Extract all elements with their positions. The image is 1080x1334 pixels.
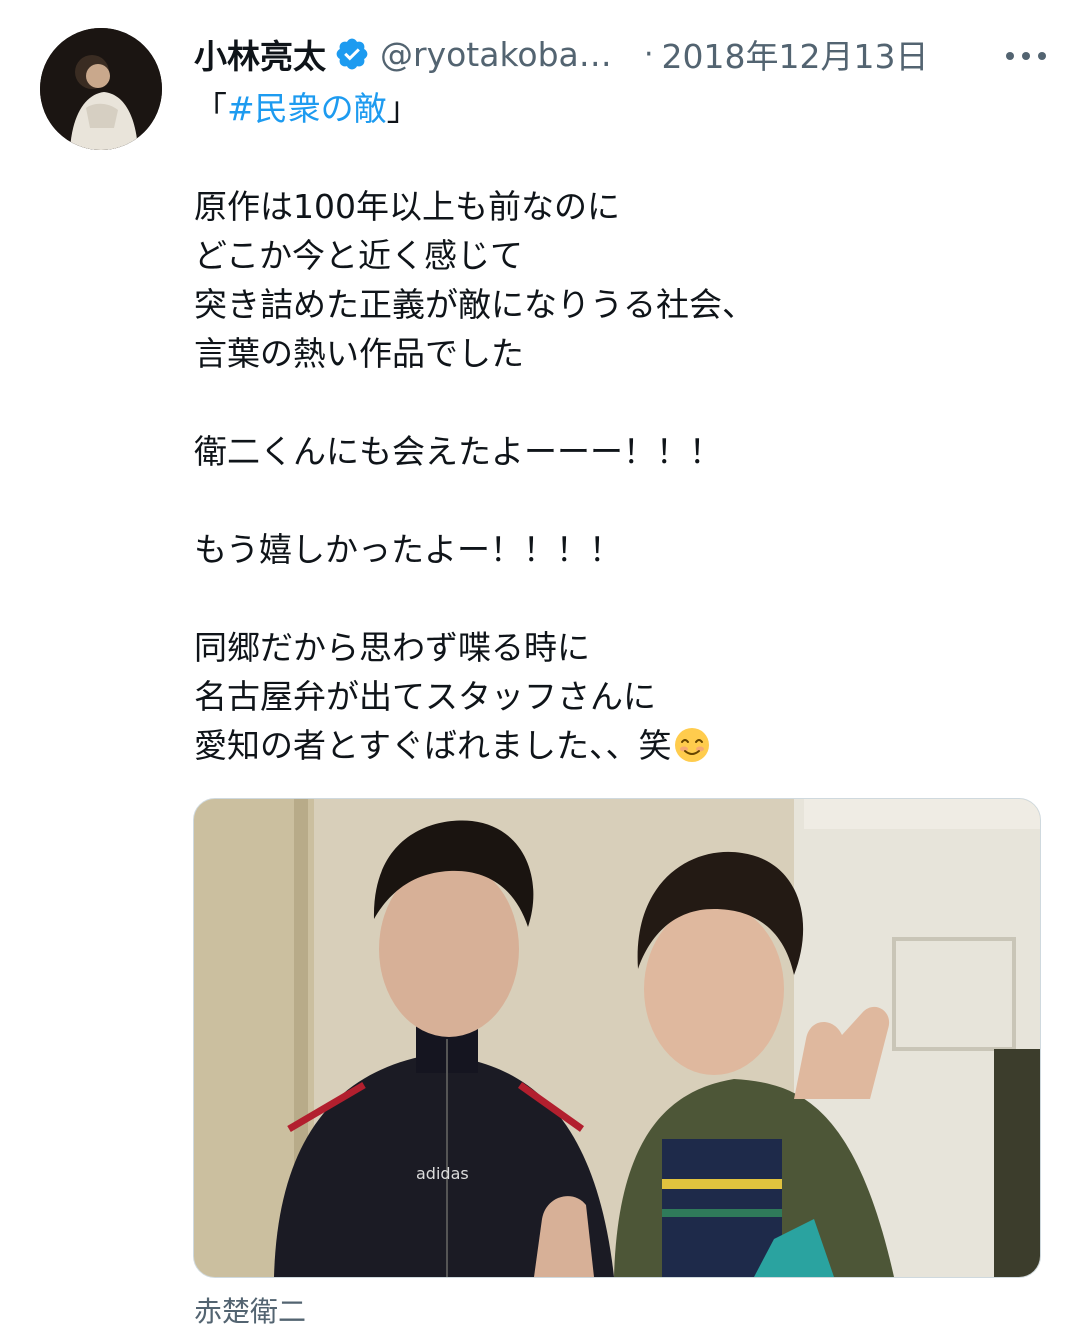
text-line-last: 愛知の者とすぐばれました、、笑: [194, 721, 1054, 770]
text-line: 名古屋弁が出てスタッフさんに: [194, 677, 656, 716]
hashtag-link[interactable]: #民衆の敵: [227, 89, 387, 128]
photo-caption[interactable]: 赤楚衛二: [194, 1290, 306, 1330]
handle[interactable]: @ryotakobay…: [380, 35, 626, 74]
text-line: 同郷だから思わず喋る時に: [194, 628, 590, 667]
bracket-open: 「: [194, 89, 227, 128]
text-line: 突き詰めた正義が敵になりうる社会、: [194, 285, 755, 324]
text-line: もう嬉しかったよー！！！！: [194, 530, 623, 569]
text-line: どこか今と近く感じて: [194, 236, 524, 275]
text-line: 原作は100年以上も前なのに: [194, 187, 620, 226]
display-name[interactable]: 小林亮太: [194, 30, 326, 78]
text-line: 言葉の熱い作品でした: [194, 334, 524, 373]
text-line: 衛二くんにも会えたよーーー！！！: [194, 432, 722, 471]
separator-dot: ·: [644, 36, 654, 72]
timestamp[interactable]: 2018年12月13日: [662, 30, 929, 78]
verified-badge-icon: [334, 36, 370, 72]
photo-two-people: adidas: [194, 799, 1040, 1277]
profile-photo: [40, 28, 162, 150]
avatar[interactable]: [40, 28, 162, 150]
bracket-close: 」: [386, 89, 420, 128]
svg-text:adidas: adidas: [416, 1164, 469, 1183]
text-line-content: 愛知の者とすぐばれました、、笑: [194, 726, 672, 765]
tweet[interactable]: 小林亮太 @ryotakobay… · 2018年12月13日 「#民衆の敵」 …: [0, 0, 1080, 1334]
smiling-face-emoji-icon: [674, 727, 710, 763]
tweet-photo[interactable]: adidas: [193, 798, 1041, 1278]
tweet-text: 「#民衆の敵」 原作は100年以上も前なのに どこか今と近く感じて 突き詰めた正…: [194, 84, 1054, 770]
tweet-header: 小林亮太 @ryotakobay… · 2018年12月13日: [194, 24, 1054, 84]
more-horizontal-icon[interactable]: [1006, 36, 1046, 76]
text-line: 「#民衆の敵」: [194, 84, 1054, 133]
